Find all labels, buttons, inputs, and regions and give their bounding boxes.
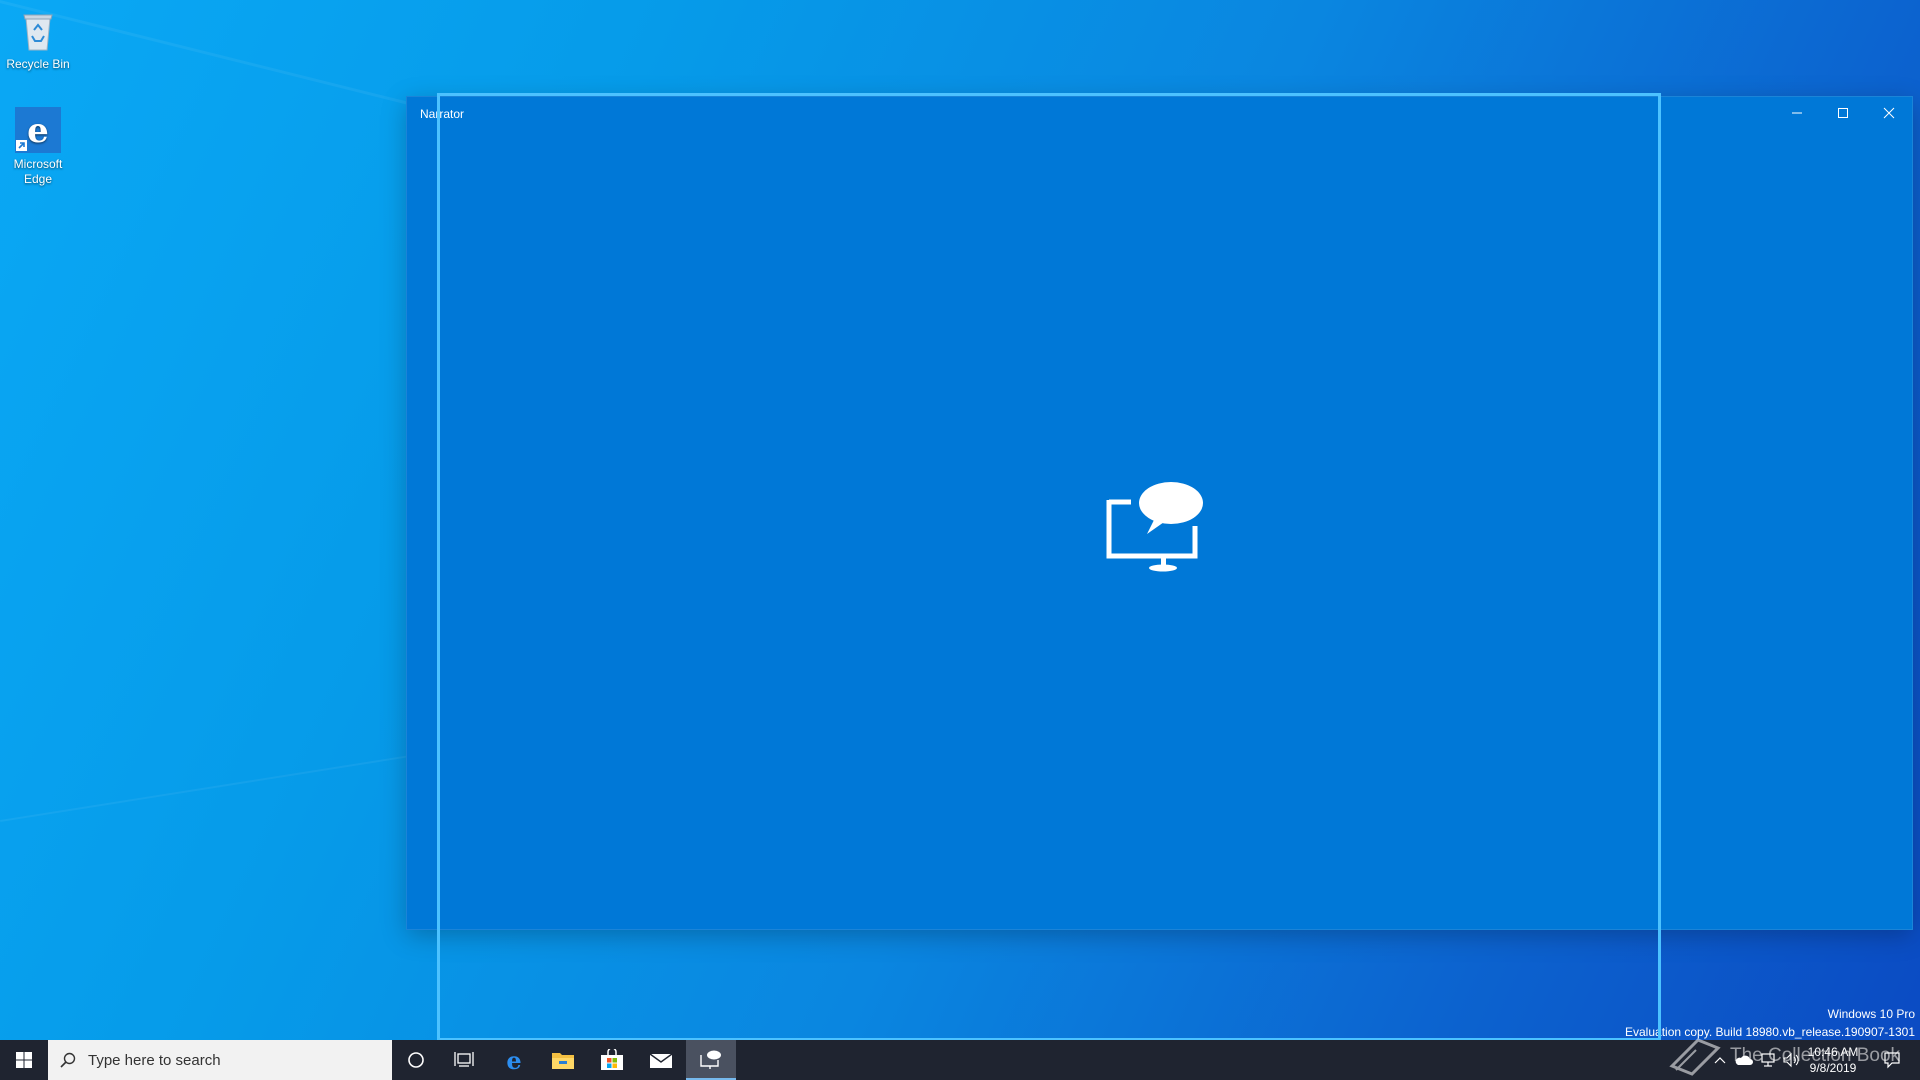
taskbar: Type here to search e 10:46 AM 9/8/2019 bbox=[0, 1040, 1920, 1080]
close-button[interactable] bbox=[1866, 97, 1912, 129]
task-view-button[interactable] bbox=[440, 1040, 488, 1080]
edge-icon: e bbox=[506, 1048, 521, 1072]
window-titlebar[interactable]: Narrator bbox=[407, 97, 1912, 129]
svg-text:e: e bbox=[27, 111, 49, 151]
svg-text:e: e bbox=[506, 1048, 521, 1072]
search-icon bbox=[60, 1052, 76, 1068]
desktop-background: Recycle Bin e Microsoft Edge Narrator Wi… bbox=[0, 0, 1920, 1040]
watermark-edition: Windows 10 Pro bbox=[1827, 1007, 1915, 1021]
desktop-icon-label: Recycle Bin bbox=[6, 57, 70, 71]
edge-icon: e bbox=[14, 106, 62, 154]
maximize-button[interactable] bbox=[1820, 97, 1866, 129]
desktop-icon-label: Microsoft Edge bbox=[13, 157, 63, 186]
taskbar-file-explorer-button[interactable] bbox=[539, 1040, 587, 1080]
recycle-bin-icon bbox=[14, 6, 62, 54]
book-logo-icon bbox=[1669, 1038, 1721, 1076]
taskbar-edge-button[interactable]: e bbox=[490, 1040, 538, 1080]
windows-logo-icon bbox=[16, 1052, 32, 1068]
narrator-monitor-speech-icon bbox=[1105, 478, 1209, 574]
taskbar-mail-button[interactable] bbox=[637, 1040, 685, 1080]
taskbar-store-button[interactable] bbox=[588, 1040, 636, 1080]
desktop-icon-recycle-bin[interactable]: Recycle Bin bbox=[0, 6, 76, 72]
minimize-icon bbox=[1792, 112, 1802, 114]
cortana-icon bbox=[408, 1052, 424, 1068]
cortana-button[interactable] bbox=[392, 1040, 440, 1080]
task-view-icon bbox=[454, 1052, 474, 1067]
narrator-taskbar-icon bbox=[700, 1050, 721, 1069]
file-explorer-icon bbox=[552, 1053, 574, 1069]
taskbar-narrator-button[interactable] bbox=[686, 1040, 736, 1080]
mail-icon bbox=[649, 1053, 673, 1068]
desktop-icon-microsoft-edge[interactable]: e Microsoft Edge bbox=[0, 106, 76, 187]
taskbar-search-box[interactable]: Type here to search bbox=[48, 1040, 392, 1080]
start-button[interactable] bbox=[0, 1040, 48, 1080]
window-title: Narrator bbox=[420, 107, 465, 121]
maximize-icon bbox=[1838, 108, 1848, 118]
search-placeholder: Type here to search bbox=[88, 1051, 221, 1069]
store-icon bbox=[601, 1049, 623, 1070]
close-icon bbox=[1883, 107, 1895, 119]
collection-book-watermark: The Collection Book bbox=[1668, 1032, 1918, 1080]
minimize-button[interactable] bbox=[1774, 97, 1820, 129]
collection-watermark-text: The Collection Book bbox=[1730, 1045, 1901, 1066]
